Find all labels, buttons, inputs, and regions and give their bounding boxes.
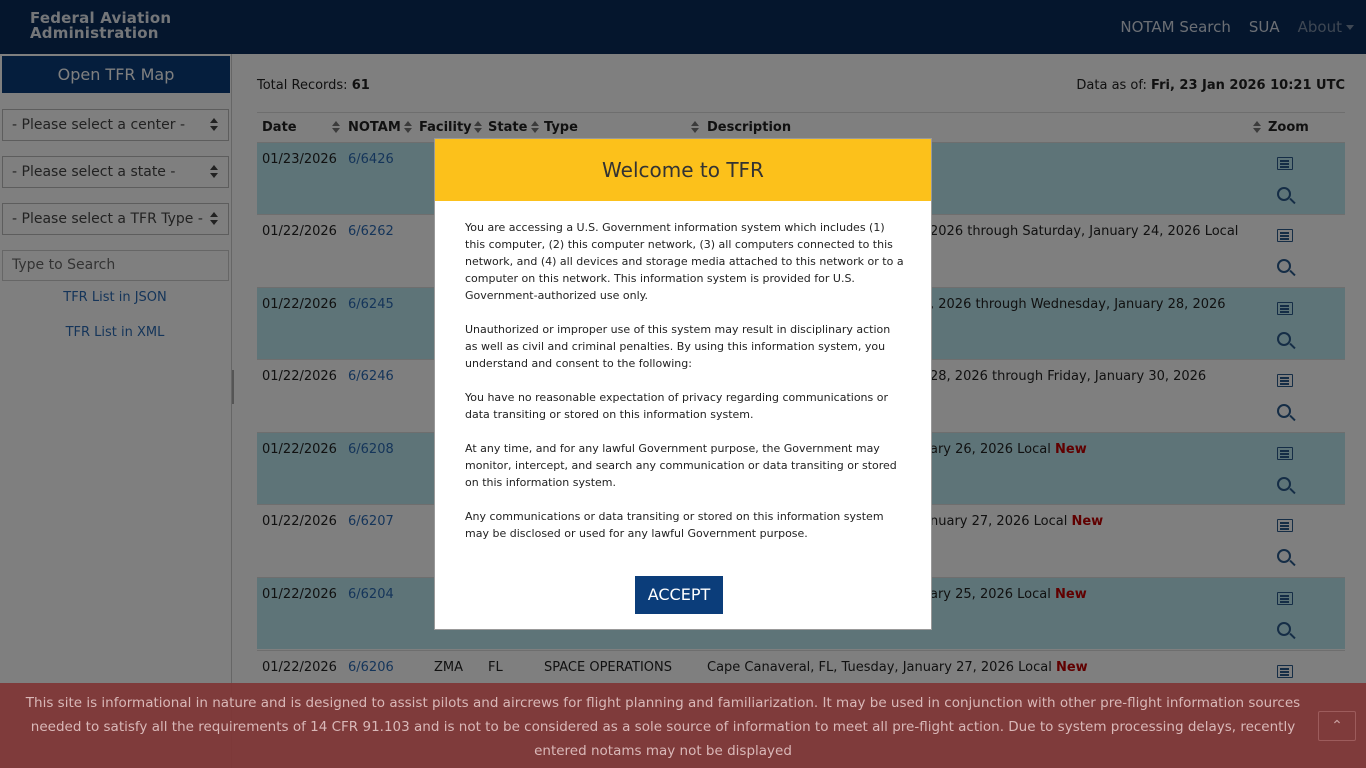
modal-body: You are accessing a U.S. Government info…	[465, 219, 905, 559]
chevron-up-icon: ⌃	[1331, 718, 1343, 734]
modal-title: Welcome to TFR	[435, 139, 931, 201]
disclaimer-text: This site is informational in nature and…	[25, 695, 1301, 759]
welcome-modal: Welcome to TFR You are accessing a U.S. …	[434, 138, 932, 630]
back-to-top-button[interactable]: ⌃	[1318, 711, 1356, 741]
modal-paragraph: Any communications or data transiting or…	[465, 510, 884, 540]
modal-paragraph: Unauthorized or improper use of this sys…	[465, 323, 891, 370]
modal-paragraph: At any time, and for any lawful Governme…	[465, 442, 897, 489]
modal-paragraph: You have no reasonable expectation of pr…	[465, 391, 889, 421]
disclaimer-banner: This site is informational in nature and…	[0, 683, 1366, 768]
modal-paragraph: You are accessing a U.S. Government info…	[465, 221, 904, 302]
accept-button[interactable]: ACCEPT	[635, 576, 723, 614]
